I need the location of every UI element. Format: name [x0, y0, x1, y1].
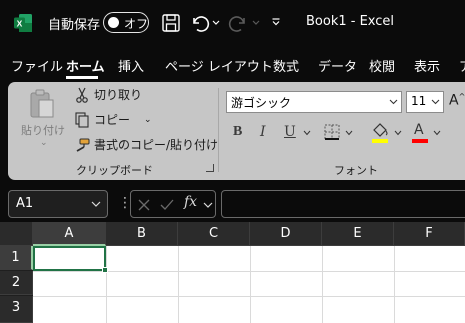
underline-button[interactable]: U [284, 124, 296, 140]
font-size-chevron-icon [431, 99, 440, 105]
increase-font-size-button[interactable]: A^ [449, 92, 465, 109]
font-name-select[interactable]: 游ゴシック [226, 91, 402, 113]
formula-actions: fx [130, 190, 216, 218]
font-name-chevron-icon [389, 99, 398, 105]
formula-bar: A1 ⋮ fx [0, 186, 465, 222]
gridline [322, 246, 323, 323]
undo-chevron-icon[interactable] [211, 16, 221, 28]
name-box[interactable]: A1 [8, 190, 108, 218]
bold-button[interactable]: B [233, 124, 242, 140]
select-all-button[interactable] [0, 222, 33, 246]
column-header[interactable]: D [250, 222, 322, 246]
ribbon-tabs: ファイル ホーム 挿入 ページ レイアウト 数式 データ 校閲 表示 ア [0, 46, 465, 82]
font-group-label: フォント [334, 164, 378, 177]
gridline [33, 296, 465, 297]
font-color-button[interactable]: A [410, 122, 430, 144]
tab-file[interactable]: ファイル [11, 56, 63, 75]
font-color-swatch [412, 139, 428, 143]
undo-icon[interactable] [188, 12, 210, 34]
svg-text:X: X [17, 18, 23, 28]
insert-function-chevron-icon[interactable] [203, 201, 213, 209]
toggle-knob [108, 17, 119, 28]
clipboard-group-label: クリップボード [76, 164, 153, 177]
copy-label: コピー [94, 113, 131, 127]
column-header[interactable]: A [33, 222, 106, 246]
paste-chevron-icon[interactable]: ⌄ [40, 138, 48, 148]
increase-font-size-label: A [449, 92, 459, 109]
worksheet-grid: A B C D E F 1 2 3 [0, 222, 465, 323]
column-header[interactable]: F [394, 222, 465, 246]
name-box-value: A1 [16, 196, 34, 211]
paste-icon[interactable] [28, 88, 56, 120]
redo-chevron-icon[interactable] [251, 16, 261, 28]
tab-review[interactable]: 校閲 [369, 56, 395, 75]
fill-handle[interactable] [102, 267, 108, 273]
font-color-chevron-icon[interactable] [433, 130, 441, 136]
paste-button[interactable]: 貼り付け [21, 122, 65, 138]
ribbon-home: 貼り付け ⌄ 切り取り コピー ⌄ 書式のコピー/貼り付け クリップボード 游ゴ… [8, 82, 465, 180]
borders-chevron-icon[interactable] [345, 130, 353, 136]
font-name-value: 游ゴシック [231, 96, 292, 110]
font-size-value: 11 [411, 94, 427, 108]
borders-icon[interactable] [323, 123, 341, 141]
tab-page-layout[interactable]: ページ レイアウト [165, 56, 273, 75]
document-title: Book1 - Excel [306, 14, 395, 29]
excel-logo-icon: X [14, 14, 32, 32]
font-color-label: A [414, 122, 424, 138]
copy-button[interactable]: コピー ⌄ [74, 111, 152, 128]
row-header[interactable]: 1 [0, 246, 33, 270]
gridline [33, 271, 465, 272]
name-box-chevron-icon [91, 201, 101, 207]
copy-chevron-icon[interactable]: ⌄ [144, 115, 152, 125]
title-bar: X 自動保存 オフ Book1 - Excel [0, 0, 465, 46]
gridline [394, 246, 395, 323]
scissors-icon [76, 87, 88, 103]
gridline [250, 246, 251, 323]
active-tab-indicator [66, 76, 98, 79]
gridline [178, 246, 179, 323]
insert-function-button[interactable]: fx [184, 194, 197, 210]
underline-chevron-icon[interactable] [303, 130, 311, 136]
fill-color-icon[interactable] [370, 122, 390, 144]
tab-view[interactable]: 表示 [414, 56, 440, 75]
row-header[interactable]: 2 [0, 271, 33, 295]
formula-input[interactable] [221, 190, 465, 218]
clipboard-dialog-launcher-icon[interactable] [206, 164, 214, 172]
cut-button[interactable]: 切り取り [74, 86, 142, 103]
column-header[interactable]: B [106, 222, 178, 246]
format-painter-icon [76, 138, 90, 152]
copy-icon [75, 111, 89, 128]
column-header[interactable]: E [322, 222, 394, 246]
column-header[interactable]: C [178, 222, 250, 246]
redo-icon[interactable] [228, 12, 250, 34]
format-painter-label: 書式のコピー/貼り付け [94, 138, 219, 152]
gridline [106, 246, 107, 323]
cut-label: 切り取り [94, 88, 143, 102]
italic-button[interactable]: I [260, 124, 266, 140]
format-painter-button[interactable]: 書式のコピー/貼り付け [74, 136, 218, 153]
save-icon[interactable] [160, 12, 182, 34]
tab-home[interactable]: ホーム [66, 56, 105, 75]
active-cell[interactable] [33, 246, 106, 271]
cancel-icon[interactable] [137, 198, 151, 212]
row-header[interactable]: 3 [0, 296, 33, 323]
enter-check-icon[interactable] [159, 198, 175, 212]
tab-data[interactable]: データ [318, 56, 357, 75]
autosave-toggle[interactable]: オフ [103, 12, 149, 33]
tab-formulas[interactable]: 数式 [273, 56, 299, 75]
fill-color-chevron-icon[interactable] [394, 130, 402, 136]
font-size-select[interactable]: 11 [406, 91, 444, 113]
autosave-state: オフ [124, 17, 149, 31]
tab-more[interactable]: ア [459, 56, 465, 75]
autosave-label: 自動保存 [48, 18, 101, 33]
customize-quick-access-icon[interactable] [271, 15, 281, 27]
group-divider [218, 88, 219, 172]
tab-insert[interactable]: 挿入 [118, 56, 144, 75]
